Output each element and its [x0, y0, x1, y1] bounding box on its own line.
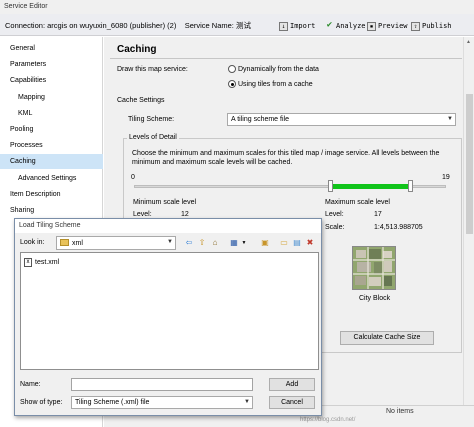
look-in-select[interactable]: xml ▼ — [56, 236, 176, 250]
min-scale-thumb[interactable] — [328, 180, 333, 192]
connection-label: Connection: arcgis on wuyuxin_6080 (publ… — [5, 21, 177, 30]
add-button[interactable]: Add — [269, 378, 315, 391]
status-no-items: No items — [386, 408, 414, 415]
import-button[interactable]: ↓ Import — [279, 20, 315, 32]
max-level-value: 17 — [374, 211, 382, 218]
view-menu-icon[interactable]: ▦ — [229, 238, 239, 248]
lod-description: Choose the minimum and maximum scales fo… — [132, 150, 440, 166]
vertical-scrollbar[interactable]: ▲ — [463, 37, 474, 427]
radio-tiles[interactable] — [228, 80, 236, 88]
max-scale-thumb[interactable] — [408, 180, 413, 192]
preview-icon: ▪ — [367, 21, 376, 31]
delete-icon[interactable]: ✖ — [305, 238, 315, 248]
sidebar-item-item-description[interactable]: Item Description — [0, 187, 103, 202]
service-name-label: Service Name: 测试 — [184, 21, 251, 30]
city-block-preview-image — [352, 246, 396, 290]
max-scale-label: Scale: — [325, 224, 345, 231]
sidebar-item-advanced-settings[interactable]: Advanced Settings — [0, 171, 103, 186]
slider-min-label: 0 — [131, 174, 135, 181]
connection-info: Connection: arcgis on wuyuxin_6080 (publ… — [5, 20, 251, 31]
preview-caption: City Block — [359, 295, 391, 302]
file-list[interactable]: x test.xml — [20, 252, 319, 370]
min-level-value: 12 — [181, 211, 189, 218]
folder-icon — [60, 239, 69, 246]
publish-button[interactable]: ⇧ Publish — [411, 20, 452, 32]
chevron-down-icon: ▼ — [447, 116, 453, 122]
type-label: Show of type: — [20, 399, 63, 406]
sidebar-item-capabilities[interactable]: Capabilities — [0, 73, 103, 88]
scroll-up-icon[interactable]: ▲ — [466, 39, 471, 45]
window-titlebar: Service Editor — [0, 0, 474, 14]
sidebar-item-mapping[interactable]: Mapping — [0, 90, 103, 105]
scale-slider-range — [331, 184, 410, 189]
dialog-titlebar: Load Tiling Scheme — [15, 219, 321, 233]
new-folder-icon[interactable]: ▭ — [279, 238, 289, 248]
draw-label: Draw this map service: — [117, 66, 188, 73]
page-title: Caching — [117, 44, 157, 55]
tiling-scheme-label: Tiling Scheme: — [128, 116, 175, 123]
tiling-scheme-select[interactable]: A tiling scheme file ▼ — [227, 113, 456, 126]
min-level-label: Level: — [133, 211, 152, 218]
sidebar-item-kml[interactable]: KML — [0, 106, 103, 121]
xml-file-icon: x — [24, 258, 32, 267]
calculate-cache-size-button[interactable]: Calculate Cache Size — [340, 331, 434, 345]
publish-icon: ⇧ — [411, 21, 420, 31]
levels-of-detail-legend: Levels of Detail — [127, 134, 179, 141]
max-scale-value: 1:4,513.988705 — [374, 224, 423, 231]
file-type-select[interactable]: Tiling Scheme (.xml) file ▼ — [71, 396, 253, 409]
name-input[interactable] — [71, 378, 253, 391]
radio-dynamic-label: Dynamically from the data — [238, 66, 319, 73]
dialog-title: Load Tiling Scheme — [19, 222, 81, 229]
catalog-icon[interactable]: ▤ — [292, 238, 302, 248]
cache-settings-label: Cache Settings — [117, 97, 165, 104]
sidebar-item-pooling[interactable]: Pooling — [0, 122, 103, 137]
sidebar-item-parameters[interactable]: Parameters — [0, 57, 103, 72]
sidebar-item-general[interactable]: General — [0, 41, 103, 56]
cancel-button[interactable]: Cancel — [269, 396, 315, 409]
window-title: Service Editor — [4, 3, 48, 10]
radio-tiles-label: Using tiles from a cache — [238, 81, 313, 88]
up-folder-icon[interactable]: ⇧ — [197, 238, 207, 248]
max-scale-title: Maximum scale level — [325, 199, 390, 206]
list-item[interactable]: x test.xml — [24, 258, 59, 267]
import-icon: ↓ — [279, 21, 288, 31]
name-label: Name: — [20, 381, 41, 388]
sidebar-item-sharing[interactable]: Sharing — [0, 203, 103, 218]
max-level-label: Level: — [325, 211, 344, 218]
look-in-label: Look in: — [20, 239, 45, 246]
heading-divider — [110, 58, 462, 59]
analyze-button[interactable]: ✔ Analyze — [325, 20, 366, 32]
chevron-down-icon: ▼ — [167, 239, 173, 245]
watermark-text: https://blog.csdn.net/ — [300, 417, 356, 423]
min-scale-title: Minimum scale level — [133, 199, 197, 206]
sidebar-item-processes[interactable]: Processes — [0, 138, 103, 153]
chevron-down-icon: ▼ — [244, 399, 250, 405]
scroll-thumb[interactable] — [466, 94, 473, 234]
slider-max-label: 19 — [442, 174, 450, 181]
sidebar-item-caching[interactable]: Caching — [0, 154, 103, 169]
home-icon[interactable]: ⌂ — [210, 238, 220, 248]
preview-button[interactable]: ▪ Preview — [367, 20, 408, 32]
view-dropdown-icon[interactable]: ▼ — [239, 238, 249, 248]
connect-folder-icon[interactable]: ▣ — [260, 238, 270, 248]
back-icon[interactable]: ⇦ — [184, 238, 194, 248]
radio-dynamic[interactable] — [228, 65, 236, 73]
check-icon: ✔ — [326, 19, 333, 30]
